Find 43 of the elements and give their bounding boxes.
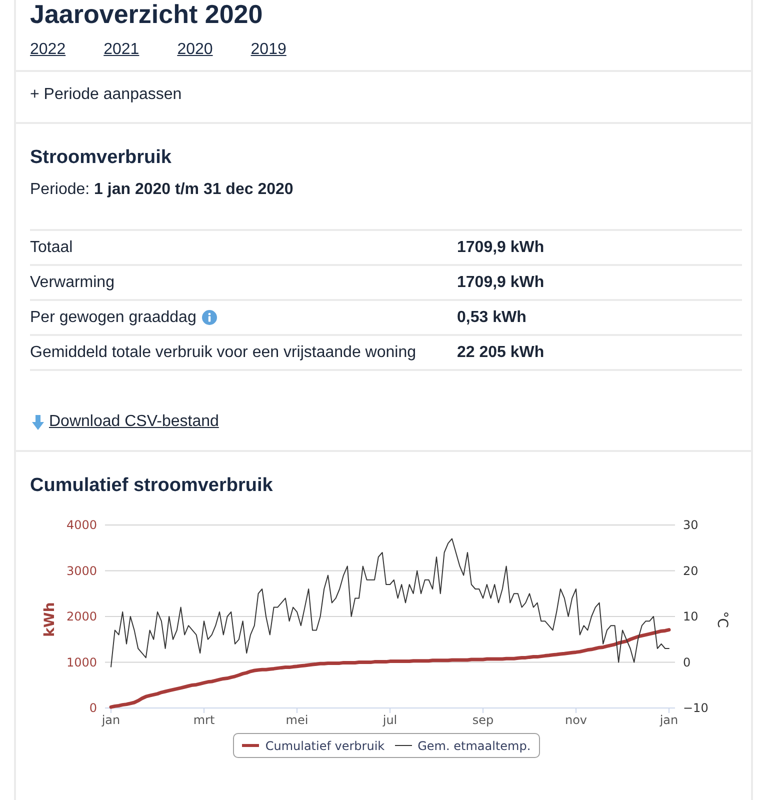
row-value: 1709,9 kWh: [457, 238, 544, 258]
row-label: Verwarming: [30, 272, 114, 292]
row-value: 0,53 kWh: [457, 308, 526, 328]
year-link[interactable]: 2020: [177, 40, 213, 60]
adjust-period-link[interactable]: + Periode aanpassen: [30, 85, 182, 105]
row-label: Totaal: [30, 238, 73, 258]
info-icon[interactable]: [202, 310, 218, 325]
download-arrow-icon: [32, 414, 44, 430]
axis-tick-label: jan: [660, 713, 678, 727]
row-value: 22 205 kWh: [457, 342, 544, 362]
axis-tick-label: 1000: [66, 655, 97, 670]
axis-tick-label: jan: [102, 713, 120, 727]
axis-tick-label: 0: [683, 655, 691, 670]
axis-tick-label: 20: [683, 564, 698, 578]
axis-title: kWh: [42, 602, 58, 637]
axis-tick-label: 3000: [66, 564, 97, 578]
legend-label[interactable]: Cumulatief verbruik: [265, 738, 385, 754]
axis-tick-label: nov: [564, 713, 588, 727]
axis-tick-label: 30: [683, 518, 698, 532]
section-heading: Stroomverbruik: [30, 146, 172, 170]
axis-tick-label: 10: [683, 610, 698, 624]
line-swatch-icon: [242, 744, 260, 748]
row-label: Per gewogen graaddag: [30, 308, 196, 328]
row-label: Gemiddeld totale verbruik voor een vrijstaande woning: [30, 342, 416, 362]
axis-tick-label: 4000: [66, 518, 97, 532]
axis-tick-label: jul: [382, 713, 398, 727]
axis-tick-label: −10: [683, 701, 708, 715]
axis-tick-label: mrt: [193, 713, 215, 727]
year-link[interactable]: 2022: [30, 40, 66, 60]
row-value: 1709,9 kWh: [457, 272, 544, 292]
axis-tick-label: sep: [472, 713, 494, 727]
page-title: Jaaroverzicht 2020: [30, 0, 264, 28]
section-heading: Cumulatief stroomverbruik: [29, 474, 273, 498]
year-link[interactable]: 2019: [250, 40, 286, 60]
line-swatch-icon: [394, 745, 412, 746]
legend-label[interactable]: Gem. etmaaltemp.: [418, 738, 531, 754]
period-text: Periode: 1 jan 2020 t/m 31 dec 2020: [30, 180, 294, 200]
axis-title: °C: [714, 611, 730, 628]
download-csv-link[interactable]: Download CSV-bestand: [49, 412, 219, 432]
axis-tick-label: 2000: [66, 610, 97, 624]
year-link[interactable]: 2021: [104, 40, 140, 60]
axis-tick-label: mei: [286, 713, 308, 727]
axis-tick-label: 0: [89, 701, 97, 715]
